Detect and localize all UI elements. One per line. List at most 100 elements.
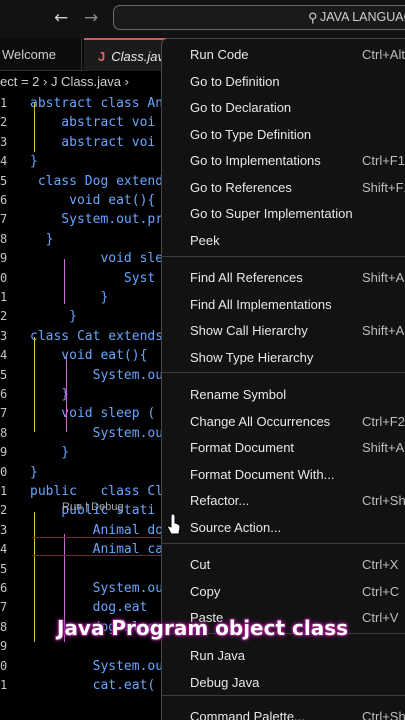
menu-item-run-code[interactable]: Run Code Ctrl+Alt+N [162,42,405,68]
menu-item-label: Go to Type Definition [190,126,312,142]
menu-item-format-document-with[interactable]: Format Document With... [162,462,405,488]
code-text: } [30,464,38,480]
tab-label: Welcome [2,47,56,62]
java-file-icon: J [98,49,106,64]
menu-item-cut[interactable]: Cut Ctrl+X [162,552,405,578]
code-text: } [30,445,70,461]
menu-item-find-all-implementations[interactable]: Find All Implementations [162,292,405,318]
menu-item-label: Refactor... [190,493,250,508]
line-number: 6 [0,581,8,595]
line-number: 6 [0,387,8,401]
menu-item-shortcut: Shift+Alt+H [362,323,405,338]
codelens-run-debug[interactable]: Run | Debug [62,501,124,513]
menu-item-label: Run Java [190,648,245,663]
menu-item-find-all-references[interactable]: Find All References Shift+Alt+F12 [162,265,405,291]
menu-item-refactor[interactable]: Refactor... Ctrl+Shift+R [162,488,405,514]
code-text: void eat(){ [30,348,148,364]
menu-item-rename-symbol[interactable]: Rename Symbol [162,382,405,408]
line-number: 1 [0,290,8,304]
menu-item-shortcut: Shift+F12 [362,179,405,195]
code-text: } [30,309,77,325]
line-number: 3 [0,328,8,343]
line-number: 3 [0,522,8,537]
menu-item-go-to-implementations[interactable]: Go to Implementations Ctrl+F12 [162,148,405,174]
menu-item-shortcut: Ctrl+Alt+N [362,47,405,62]
line-number: 8 [0,231,8,246]
line-number: 9 [0,445,8,460]
line-number: 0 [0,658,8,673]
menu-item-go-to-declaration[interactable]: Go to Declaration [162,95,405,121]
line-number: 4 [0,348,8,363]
tab-welcome[interactable]: Welcome [0,38,82,71]
code-text: void eat(){ [30,193,156,208]
line-number: 7 [0,406,8,421]
menu-item-label: Go to Definition [190,73,280,89]
command-center-search[interactable]: ⚲ JAVA LANGUAGE [113,5,405,30]
line-number: 0 [0,270,8,285]
line-number: 4 [0,154,8,169]
code-text: System.out.pr [30,212,164,228]
menu-item-peek[interactable]: Peek [162,228,405,254]
menu-item-label: Debug Java [190,674,260,690]
menu-item-run-java[interactable]: Run Java [162,643,405,669]
line-number: 2 [0,115,8,130]
menu-item-label: Source Action... [190,519,282,535]
menu-item-label: Find All Implementations [190,296,332,312]
menu-item-shortcut: Ctrl+Shift+P [362,709,405,720]
menu-separator [162,256,405,257]
menu-item-show-call-hierarchy[interactable]: Show Call Hierarchy Shift+Alt+H [162,318,405,344]
code-text: void sleep ( [30,406,156,422]
code-text: System.ou [30,658,164,674]
menu-item-label: Change All Occurrences [190,413,331,429]
menu-item-change-all-occurrences[interactable]: Change All Occurrences Ctrl+F2 [162,409,405,435]
menu-item-label: Go to Super Implementation [190,206,353,221]
line-number: 4 [0,542,8,557]
forward-arrow-icon[interactable]: → [84,8,98,28]
line-number: 9 [0,639,8,654]
menu-item-copy[interactable]: Copy Ctrl+C [162,579,405,605]
menu-item-go-to-super-implementation[interactable]: Go to Super Implementation [162,201,405,227]
menu-item-label: Find All References [190,270,303,285]
code-text: abstract class An [30,96,164,111]
menu-item-go-to-references[interactable]: Go to References Shift+F12 [162,175,405,201]
indent-guide [66,356,67,394]
menu-item-shortcut: Ctrl+X [362,557,399,572]
indent-guide [66,394,67,432]
menu-item-label: Cut [190,557,211,572]
menu-item-label: Go to References [190,179,292,195]
code-text: cat.eat( [30,678,156,693]
back-arrow-icon[interactable]: ← [54,8,68,28]
menu-item-label: Peek [190,232,220,248]
menu-item-label: Run Code [190,47,249,62]
menu-item-label: Go to Declaration [190,100,292,115]
menu-item-shortcut: Ctrl+F2 [362,413,405,429]
mouse-cursor-icon [167,514,181,535]
menu-item-shortcut: Shift+Alt+F12 [362,270,405,285]
menu-item-label: Go to Implementations [190,153,321,168]
menu-item-shortcut: Ctrl+F12 [362,153,405,168]
menu-item-debug-java[interactable]: Debug Java [162,670,405,696]
menu-item-label: Format Document [190,440,295,455]
menu-item-go-to-type-definition[interactable]: Go to Type Definition [162,122,405,148]
code-text: class Dog extend [30,173,164,189]
menu-item-format-document[interactable]: Format Document Shift+Alt+F [162,435,405,461]
line-number: 6 [0,193,8,207]
line-number: 1 [0,484,8,498]
line-number: 3 [0,134,8,149]
menu-item-label: Show Type Hierarchy [190,349,314,365]
video-caption: Java Program object class [56,616,349,640]
line-number: 8 [0,425,8,440]
menu-item-command-palette[interactable]: Command Palette... Ctrl+Shift+P [162,704,405,720]
code-text: abstract voi [30,115,156,131]
menu-item-source-action[interactable]: Source Action... [162,515,405,541]
search-text: JAVA LANGUAGE [320,10,405,24]
indent-guide [34,337,35,432]
code-text: public class Cl [30,484,164,499]
code-text: void sle [30,251,164,267]
menu-item-label: Rename Symbol [190,387,287,402]
menu-separator [162,543,405,544]
line-number: 1 [0,96,8,110]
menu-item-shortcut: Ctrl+C [362,583,400,599]
menu-item-go-to-definition[interactable]: Go to Definition [162,69,405,95]
menu-item-show-type-hierarchy[interactable]: Show Type Hierarchy [162,345,405,371]
